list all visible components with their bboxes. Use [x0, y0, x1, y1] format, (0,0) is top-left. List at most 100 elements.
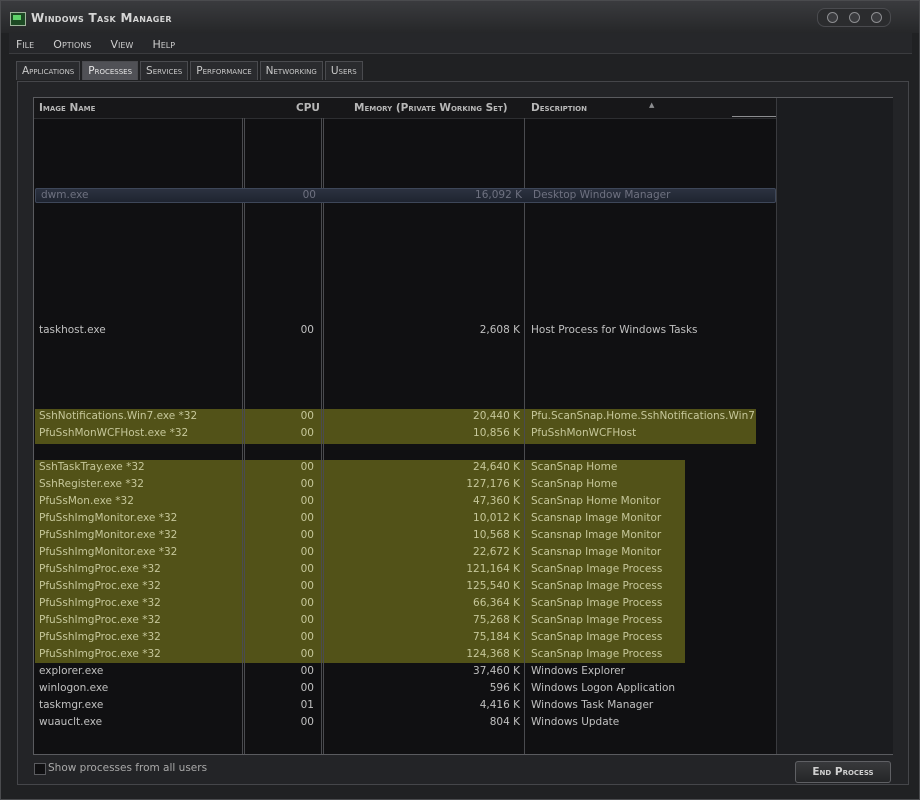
column-description[interactable]: Description — [531, 102, 587, 114]
process-name: taskhost.exe — [39, 324, 106, 336]
table-row[interactable]: winlogon.exe 00 596 K Windows Logon Appl… — [34, 680, 776, 697]
column-image-name[interactable]: Image Name — [39, 102, 95, 114]
process-name: PfuSshImgMonitor.exe *32 — [39, 546, 178, 558]
process-name: PfuSsMon.exe *32 — [39, 495, 134, 507]
end-process-button[interactable]: End Process — [795, 761, 891, 783]
process-memory: 24,640 K — [473, 461, 520, 473]
table-row[interactable]: PfuSshImgMonitor.exe *32 00 22,672 K Sca… — [34, 544, 776, 561]
process-cpu: 00 — [300, 648, 314, 660]
process-description: ScanSnap Image Process — [531, 580, 663, 592]
process-list[interactable]: Image Name CPU Memory (Private Working S… — [33, 97, 893, 755]
table-row[interactable]: PfuSshImgProc.exe *32 00 124,368 K ScanS… — [34, 646, 776, 663]
table-row[interactable]: SshTaskTray.exe *32 00 24,640 K ScanSnap… — [34, 459, 776, 476]
process-name: PfuSshImgProc.exe *32 — [39, 563, 161, 575]
process-cpu: 00 — [300, 324, 314, 336]
process-description: Host Process for Windows Tasks — [531, 324, 698, 336]
empty-column-area — [776, 98, 893, 754]
process-description: ScanSnap Image Process — [531, 614, 663, 626]
process-memory: 10,012 K — [473, 512, 520, 524]
process-description: ScanSnap Home Monitor — [531, 495, 661, 507]
process-description: Windows Task Manager — [531, 699, 654, 711]
process-description: ScanSnap Image Process — [531, 648, 663, 660]
maximize-icon[interactable] — [849, 12, 860, 23]
process-description: Windows Logon Application — [531, 682, 676, 694]
process-cpu: 00 — [302, 189, 316, 201]
process-cpu: 01 — [300, 699, 314, 711]
process-cpu: 00 — [300, 495, 314, 507]
column-header-row: Image Name CPU Memory (Private Working S… — [34, 98, 892, 119]
process-name: SshTaskTray.exe *32 — [39, 461, 145, 473]
close-icon[interactable] — [871, 12, 882, 23]
process-description: ScanSnap Image Process — [531, 597, 663, 609]
process-memory: 20,440 K — [473, 410, 520, 422]
process-memory: 16,092 K — [475, 189, 522, 201]
process-memory: 804 K — [489, 716, 520, 728]
menu-bar: File Options View Help — [9, 33, 912, 54]
tab-services[interactable]: Services — [140, 61, 189, 80]
process-name: PfuSshImgProc.exe *32 — [39, 631, 161, 643]
process-name: PfuSshImgProc.exe *32 — [39, 648, 161, 660]
column-memory[interactable]: Memory (Private Working Set) — [354, 102, 508, 114]
process-memory: 47,360 K — [473, 495, 520, 507]
menu-view[interactable]: View — [103, 34, 140, 51]
table-row[interactable]: taskmgr.exe 01 4,416 K Windows Task Mana… — [34, 697, 776, 714]
process-description: ScanSnap Image Process — [531, 563, 663, 575]
menu-options[interactable]: Options — [46, 34, 98, 51]
show-all-users-label[interactable]: Show processes from all users — [48, 762, 207, 774]
process-name: wuauclt.exe — [39, 716, 103, 728]
process-description: ScanSnap Home — [531, 478, 618, 490]
table-row[interactable]: SshNotifications.Win7.exe *32 00 20,440 … — [34, 408, 776, 425]
menu-help[interactable]: Help — [145, 34, 182, 51]
process-memory: 2,608 K — [479, 324, 520, 336]
table-row[interactable]: PfuSshImgProc.exe *32 00 75,184 K ScanSn… — [34, 629, 776, 646]
table-row[interactable]: PfuSshMonWCFHost.exe *32 00 10,856 K Pfu… — [34, 425, 776, 442]
process-name: winlogon.exe — [39, 682, 109, 694]
table-row[interactable]: PfuSshImgMonitor.exe *32 00 10,012 K Sca… — [34, 510, 776, 527]
process-description: Scansnap Image Monitor — [531, 546, 662, 558]
table-row[interactable]: PfuSshImgProc.exe *32 00 75,268 K ScanSn… — [34, 612, 776, 629]
column-cpu[interactable]: CPU — [296, 102, 320, 114]
minimize-icon[interactable] — [827, 12, 838, 23]
process-cpu: 00 — [300, 580, 314, 592]
menu-file[interactable]: File — [9, 34, 41, 51]
table-row[interactable]: PfuSshImgProc.exe *32 00 66,364 K ScanSn… — [34, 595, 776, 612]
process-description: ScanSnap Home — [531, 461, 618, 473]
tab-performance[interactable]: Performance — [190, 61, 258, 80]
process-description: Scansnap Image Monitor — [531, 529, 662, 541]
table-row[interactable]: wuauclt.exe 00 804 K Windows Update — [34, 714, 776, 731]
tab-networking[interactable]: Networking — [259, 61, 323, 80]
window-controls — [817, 8, 891, 27]
table-row[interactable]: SshRegister.exe *32 00 127,176 K ScanSna… — [34, 476, 776, 493]
table-row[interactable]: PfuSshImgProc.exe *32 00 121,164 K ScanS… — [34, 561, 776, 578]
table-row[interactable]: taskhost.exe 00 2,608 K Host Process for… — [34, 322, 776, 339]
process-memory: 125,540 K — [466, 580, 520, 592]
table-row[interactable]: explorer.exe 00 37,460 K Windows Explore… — [34, 663, 776, 680]
process-name: SshNotifications.Win7.exe *32 — [39, 410, 198, 422]
process-cpu: 00 — [300, 512, 314, 524]
process-memory: 75,184 K — [473, 631, 520, 643]
process-cpu: 00 — [300, 716, 314, 728]
table-row[interactable]: PfuSshImgProc.exe *32 00 125,540 K ScanS… — [34, 578, 776, 595]
sort-up-icon: ▲ — [649, 101, 655, 109]
table-row-selected[interactable]: dwm.exe 00 16,092 K Desktop Window Manag… — [35, 188, 776, 203]
show-all-users-checkbox[interactable] — [34, 763, 46, 775]
process-cpu: 00 — [300, 427, 314, 439]
title-bar[interactable]: Windows Task Manager — [1, 1, 919, 33]
process-cpu: 00 — [300, 597, 314, 609]
process-memory: 22,672 K — [473, 546, 520, 558]
tab-applications[interactable]: Applications — [16, 61, 81, 80]
tab-processes[interactable]: Processes — [82, 61, 139, 80]
process-description: Pfu.ScanSnap.Home.SshNotifications.Win7 — [531, 410, 755, 422]
process-memory: 10,856 K — [473, 427, 520, 439]
process-memory: 4,416 K — [479, 699, 520, 711]
tab-users[interactable]: Users — [324, 61, 363, 80]
process-name: PfuSshImgProc.exe *32 — [39, 580, 161, 592]
process-description: Desktop Window Manager — [533, 189, 671, 201]
process-cpu: 00 — [300, 631, 314, 643]
header-divider — [732, 116, 776, 117]
process-cpu: 00 — [300, 546, 314, 558]
process-name: explorer.exe — [39, 665, 104, 677]
table-row[interactable]: PfuSshImgMonitor.exe *32 00 10,568 K Sca… — [34, 527, 776, 544]
process-memory: 75,268 K — [473, 614, 520, 626]
table-row[interactable]: PfuSsMon.exe *32 00 47,360 K ScanSnap Ho… — [34, 493, 776, 510]
